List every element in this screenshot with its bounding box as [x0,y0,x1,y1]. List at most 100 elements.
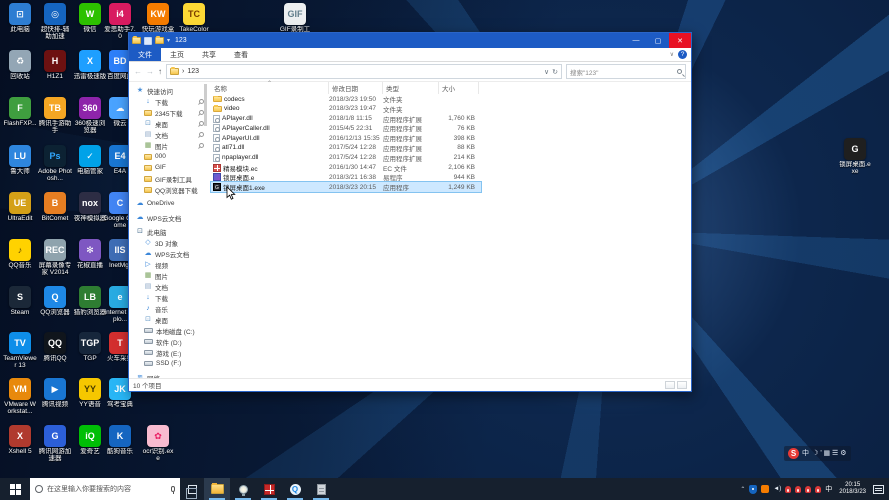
desktop-icon-ocr-tool[interactable]: ✿ocr识别.exe [141,425,175,462]
start-button[interactable] [0,478,30,500]
column-header-类型[interactable]: 类型 [383,82,439,94]
desktop-icon-recycle-bin[interactable]: ♻回收站 [3,50,37,80]
security-shield-icon[interactable] [749,485,757,494]
sidebar-item-network[interactable]: ≋网络 [129,372,207,378]
back-icon[interactable]: ← [134,67,142,76]
sidebar-item-wps-cloud-2[interactable]: ☁WPS云文档 [129,248,207,259]
sidebar-item-quick-access[interactable]: ★快速访问 [129,85,207,96]
file-row[interactable]: APlayerUI.dll2016/12/13 15:35应用程序扩展398 K… [211,133,481,143]
refresh-icon[interactable]: ↻ [552,68,558,76]
desktop-icon-360-browser[interactable]: 360360极速浏览器 [73,97,107,134]
sidebar-item-wps-cloud[interactable]: ☁WPS云文档 [129,212,207,223]
desktop-icon-qq-browser-desktop[interactable]: QQQ浏览器 [38,286,72,316]
sidebar-item-this-pc[interactable]: ⊡此电脑 [129,226,207,237]
tab-主页[interactable]: 主页 [161,48,193,61]
close-button[interactable]: ✕ [669,33,691,48]
minimize-button[interactable]: — [625,33,647,48]
qq-penguin-icon[interactable] [815,486,821,493]
sogou-logo-icon[interactable]: S [788,448,799,459]
qq-penguin-icon[interactable] [785,486,791,493]
qq-penguin-icon[interactable] [805,486,811,493]
desktop-icon-xshell[interactable]: XXshell 5 [3,425,37,455]
address-path[interactable]: 123 [187,68,199,75]
sidebar-item-downloads-qa[interactable]: ↓下载 [129,96,207,107]
sidebar-item-disk-c[interactable]: 本地磁盘 (C:) [129,325,207,336]
desktop-icon-thunder[interactable]: X迅雷极速版 [73,50,107,80]
desktop-icon-wechat[interactable]: W微信 [73,3,107,33]
up-icon[interactable]: ↑ [158,67,162,76]
ime-indicator[interactable]: 中 [825,484,832,494]
sidebar-item-pictures-qa[interactable]: ▦图片 [129,140,207,151]
sidebar-item-folder-qq-downloads[interactable]: QQ浏览器下载 [129,184,207,195]
file-row[interactable]: codecs2018/3/23 19:50文件夹 [211,94,481,104]
collapse-ribbon-icon[interactable]: ∨ [670,51,674,58]
desktop-icon-pc-manager[interactable]: ✓电脑管家 [73,145,107,175]
taskbar-app-qq-browser[interactable]: Q [282,478,308,500]
sidebar-item-videos[interactable]: ▷视频 [129,259,207,270]
search-icon[interactable] [677,69,682,74]
taskbar-clock[interactable]: 20:15 2018/3/23 [836,482,869,496]
desktop-icon-huajiao[interactable]: ✻花椒直播 [73,239,107,269]
desktop-icon-h1z1[interactable]: HH1Z1 [38,50,72,80]
desktop-icon-ultraedit[interactable]: UEUltraEdit [3,192,37,222]
desktop-icon-bitcomet[interactable]: BBitComet [38,192,72,222]
address-input[interactable]: › 123 ∨ ↻ [166,64,562,79]
column-header-大小[interactable]: 大小 [439,82,479,94]
sidebar-item-folder-000[interactable]: 000 [129,151,207,162]
chevron-down-icon[interactable]: ▾ [167,37,170,44]
sidebar-item-downloads[interactable]: ↓下载 [129,292,207,303]
sidebar-item-documents[interactable]: ▤文档 [129,281,207,292]
file-row[interactable]: video2018/3/23 19:47文件夹 [211,104,481,114]
column-header-修改日期[interactable]: 修改日期 [329,82,383,94]
taskbar-app-notepad[interactable] [308,478,334,500]
orange-app-icon[interactable] [761,485,769,493]
sidebar-item-folder-gif-tools[interactable]: GIF录制工具 [129,173,207,184]
taskbar-search-input[interactable]: 在这里输入你要搜索的内容 [30,478,180,500]
properties-icon[interactable] [144,37,152,45]
sidebar-item-2345-downloads[interactable]: 2345下载 [129,107,207,118]
action-center-icon[interactable] [873,485,884,494]
task-view-button[interactable] [180,478,204,500]
desktop-icon-flashfxp[interactable]: FFlashFXP... [3,97,37,127]
hidden-icons-chevron-icon[interactable]: ⌃ [740,486,745,493]
help-icon[interactable]: ? [678,50,687,59]
desktop-icon-tencent-qq[interactable]: QQ腾讯QQ [38,332,72,362]
desktop-icon-photoshop[interactable]: PsAdobe Photosh... [38,145,72,182]
microphone-icon[interactable] [171,486,175,492]
file-row[interactable]: G锁屏桌面1.exe2018/3/23 20:15应用程序1,249 KB [211,182,481,192]
desktop-icon-takecolor[interactable]: TCTakeColor [177,3,211,33]
desktop-icon-teamviewer[interactable]: TVTeamViewer 13 [3,332,37,369]
sidebar-item-folder-gif[interactable]: GIF [129,162,207,173]
title-bar[interactable]: ▾ 123 — ▢ ✕ [129,33,691,48]
sidebar-item-disk-e[interactable]: 游戏 (E:) [129,347,207,358]
desktop-icon-liebao-browser[interactable]: LB猎豹浏览器 [73,286,107,316]
ime-toolbar[interactable]: S 中 ☽ ’ ▦ ☰ ⚙ [784,446,851,461]
ime-extra-icons[interactable]: ☽ ’ ▦ ☰ ⚙ [812,450,847,457]
sidebar-item-onedrive[interactable]: ☁OneDrive [129,198,207,209]
desktop-icon-this-pc[interactable]: ⊡此电脑 [3,3,37,33]
desktop-icon-chaokuaipai[interactable]: ◎超快排-辅助加速 [38,3,72,40]
sidebar-item-3d-objects[interactable]: ◇3D 对象 [129,237,207,248]
file-row[interactable]: 精易模块.ec2016/1/30 14:47EC 文件2,106 KB [211,163,481,173]
file-row[interactable]: 锁屏桌面.e2018/3/21 16:38易程序944 KB [211,172,481,182]
sidebar-item-disk-f[interactable]: SSD (F:) [129,358,207,369]
desktop-icon-iqiyi[interactable]: iQ爱奇艺 [73,425,107,455]
desktop-icon-kuaiwan[interactable]: KW快玩游戏盒 [141,3,175,33]
desktop-icon-tgp[interactable]: TGPTGP [73,332,107,362]
file-row[interactable]: npaplayer.dll2017/5/24 12:28应用程序扩展214 KB [211,153,481,163]
sidebar-item-disk-d[interactable]: 软件 (D:) [129,336,207,347]
address-dropdown-icon[interactable]: ∨ [544,68,549,76]
desktop-icon-nox[interactable]: nox夜神模拟器 [73,192,107,222]
sidebar-item-music[interactable]: ♪音乐 [129,303,207,314]
forward-icon[interactable]: → [146,67,154,76]
qq-penguin-icon[interactable] [795,486,801,493]
desktop-icon-kugou-music[interactable]: K酷狗音乐 [103,425,137,455]
desktop-icon-ludashi[interactable]: LU鲁大师 [3,145,37,175]
desktop-icon-vmware[interactable]: VMVMware Workstat... [3,378,37,415]
file-row[interactable]: APlayer.dll2018/1/8 11:15应用程序扩展1,760 KB [211,114,481,124]
volume-icon[interactable]: ◄) [773,486,781,492]
sidebar-item-desktop[interactable]: ⊡桌面 [129,314,207,325]
search-input[interactable]: 搜索"123" [566,64,686,79]
sidebar-item-desktop-qa[interactable]: ⊡桌面 [129,118,207,129]
taskbar-app-jingyi-module[interactable] [256,478,282,500]
